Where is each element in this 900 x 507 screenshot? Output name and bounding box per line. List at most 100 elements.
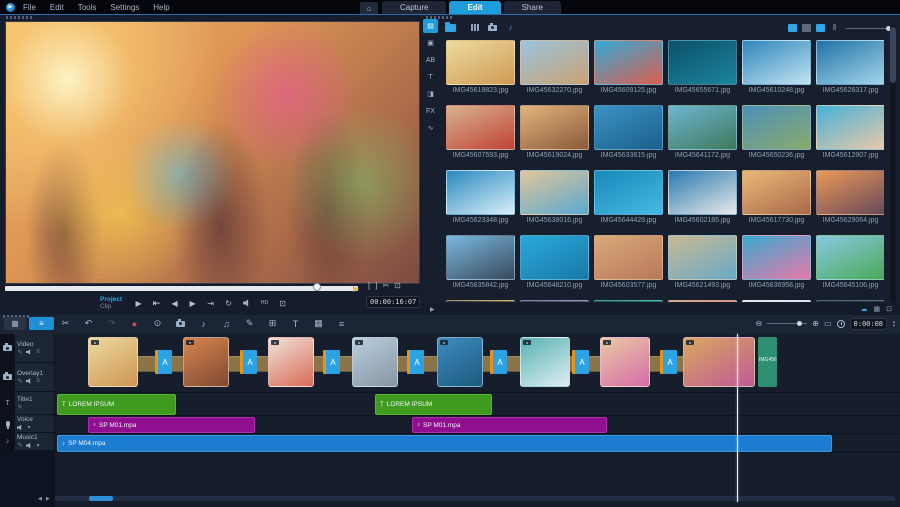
interval-stepper[interactable]: ▲▼ bbox=[892, 320, 896, 328]
mute-track-icon[interactable] bbox=[26, 349, 32, 355]
tab-capture[interactable]: Capture bbox=[382, 1, 446, 14]
playback-quality-button[interactable]: HD bbox=[259, 297, 270, 309]
mark-out-button[interactable]: ] bbox=[375, 281, 377, 290]
snapshot-button[interactable] bbox=[175, 317, 186, 330]
previous-frame-button[interactable]: ◀ bbox=[169, 297, 180, 309]
cloud-icon[interactable]: ☁ bbox=[861, 305, 868, 313]
transition-clip[interactable]: A bbox=[407, 350, 424, 374]
transition-clip[interactable]: A bbox=[155, 350, 172, 374]
library-item[interactable]: IMG45621493.jpg bbox=[668, 235, 737, 300]
overlay-options-button[interactable]: ⊞ bbox=[267, 317, 278, 330]
edit-track-icon[interactable]: ✎ bbox=[17, 349, 23, 356]
sound-mixer-button[interactable]: ♪ bbox=[198, 317, 209, 330]
mute-track-icon[interactable] bbox=[17, 425, 23, 431]
expand-panel-arrow[interactable]: ▶ bbox=[430, 306, 435, 313]
track-menu-icon[interactable]: ≡ bbox=[35, 349, 41, 355]
project-clip-toggle[interactable]: Project Clip bbox=[100, 296, 122, 310]
rail-paths-button[interactable]: ∿ bbox=[423, 121, 438, 135]
track-menu-icon[interactable]: ≡ bbox=[35, 378, 41, 384]
track-chevron-icon[interactable]: ▾ bbox=[26, 424, 32, 431]
home-button[interactable]: ⇤ bbox=[151, 297, 162, 309]
track-header-voice[interactable]: Voice ▾ bbox=[0, 415, 54, 432]
library-item[interactable]: IMG45626317.jpg bbox=[816, 40, 884, 105]
library-scrollbar[interactable] bbox=[890, 25, 896, 303]
transition-clip[interactable]: A bbox=[240, 350, 257, 374]
library-item[interactable]: IMG45609125.jpg bbox=[594, 40, 663, 105]
library-item[interactable]: IMG45619024.jpg bbox=[520, 105, 589, 170]
view-sort-button[interactable]: ‖ bbox=[828, 22, 841, 33]
menu-edit[interactable]: Edit bbox=[50, 3, 64, 12]
timeline-interval-timecode[interactable]: 0:00:08 bbox=[850, 318, 888, 330]
end-button[interactable]: ⇥ bbox=[205, 297, 216, 309]
home-tab-button[interactable]: ⌂ bbox=[360, 2, 378, 14]
rail-templates-button[interactable]: ▣ bbox=[423, 36, 438, 50]
library-item[interactable]: IMG45612907.jpg bbox=[816, 105, 884, 170]
video-clip[interactable] bbox=[437, 337, 483, 387]
painting-creator-button[interactable]: ✎ bbox=[244, 317, 255, 330]
voice-clip[interactable]: ♪SP M01.mpa bbox=[88, 417, 255, 433]
scroll-right-button[interactable]: ▶ bbox=[46, 496, 50, 502]
rail-media-button[interactable]: ▤ bbox=[423, 19, 438, 33]
timeline-playhead[interactable] bbox=[737, 334, 738, 502]
motion-tracking-button[interactable]: ⊙ bbox=[152, 317, 163, 330]
timeline-zoom-slider[interactable] bbox=[767, 323, 807, 324]
transition-clip[interactable]: A bbox=[323, 350, 340, 374]
split-clip-icon[interactable]: ✂ bbox=[382, 281, 389, 290]
library-item[interactable]: IMG45631049.jpg bbox=[816, 300, 884, 302]
title-clip[interactable]: TLOREM IPSUM bbox=[375, 394, 492, 415]
library-item[interactable]: IMG45618823.jpg bbox=[446, 40, 515, 105]
timeline-view-button[interactable]: ≡ bbox=[29, 317, 54, 330]
scrubber-handle[interactable] bbox=[313, 283, 321, 291]
library-item[interactable]: IMG45629064.jpg bbox=[816, 170, 884, 235]
library-item[interactable]: IMG45655671.jpg bbox=[668, 40, 737, 105]
scrollbar-thumb[interactable] bbox=[890, 27, 896, 83]
preview-scrubber[interactable] bbox=[5, 286, 358, 291]
library-item[interactable]: IMG45610248.jpg bbox=[742, 40, 811, 105]
track-manager-button[interactable]: ≡ bbox=[336, 317, 347, 330]
menu-tools[interactable]: Tools bbox=[78, 3, 97, 12]
zoom-out-button[interactable]: ⊖ bbox=[756, 319, 763, 328]
video-clip[interactable] bbox=[183, 337, 229, 387]
enlarge-icon[interactable]: ⊡ bbox=[394, 281, 401, 290]
preview-timecode[interactable]: 00:00:16:07 bbox=[366, 296, 420, 308]
rail-filters-button[interactable]: FX bbox=[423, 104, 438, 118]
library-item[interactable]: IMG45607593.jpg bbox=[446, 105, 515, 170]
track-header-music[interactable]: ♪ Music1 ✎ ▾ bbox=[0, 433, 54, 450]
video-clip[interactable] bbox=[683, 337, 755, 387]
compact-photo-clip[interactable]: IMG456 bbox=[758, 337, 777, 387]
next-frame-button[interactable]: ▶ bbox=[187, 297, 198, 309]
clock-icon[interactable] bbox=[837, 320, 845, 328]
enlarge-preview-button[interactable]: ⊡ bbox=[277, 297, 288, 309]
zoom-slider-knob[interactable] bbox=[797, 321, 802, 326]
library-item[interactable]: IMG45635842.jpg bbox=[446, 235, 515, 300]
zoom-in-button[interactable]: ⊕ bbox=[812, 319, 819, 328]
tab-share[interactable]: Share bbox=[504, 1, 561, 14]
library-item[interactable]: IMG45608324.jpg bbox=[446, 300, 515, 302]
menu-help[interactable]: Help bbox=[153, 3, 169, 12]
rail-graphics-button[interactable]: ◨ bbox=[423, 87, 438, 101]
redo-button[interactable]: ↷ bbox=[106, 317, 117, 330]
view-grid-large-button[interactable] bbox=[816, 24, 825, 32]
video-clip[interactable] bbox=[600, 337, 650, 387]
panel-grip[interactable] bbox=[6, 16, 32, 19]
library-item[interactable]: IMG45645106.jpg bbox=[816, 235, 884, 300]
track-chevron-icon[interactable]: ▾ bbox=[35, 442, 41, 449]
storyboard-view-button[interactable]: ▦ bbox=[4, 317, 26, 330]
track-header-overlay[interactable]: Overlay1 ✎ ≡ bbox=[0, 363, 54, 391]
library-item[interactable]: IMG45632270.jpg bbox=[520, 40, 589, 105]
video-clip[interactable] bbox=[352, 337, 398, 387]
view-list-button[interactable] bbox=[788, 24, 797, 32]
play-button[interactable]: ▶ bbox=[133, 297, 144, 309]
title-clip[interactable]: TLOREM IPSUM bbox=[57, 394, 176, 415]
library-item[interactable]: IMG45614678.jpg bbox=[742, 300, 811, 302]
library-item[interactable]: IMG45647295.jpg bbox=[668, 300, 737, 302]
library-item[interactable]: IMG45636958.jpg bbox=[742, 235, 811, 300]
video-clip[interactable] bbox=[88, 337, 138, 387]
rail-titles-button[interactable]: T bbox=[423, 70, 438, 84]
library-item[interactable]: IMG45641172.jpg bbox=[668, 105, 737, 170]
library-item[interactable]: IMG45624860.jpg bbox=[520, 300, 589, 302]
grid-icon[interactable]: ▦ bbox=[874, 305, 881, 313]
library-item[interactable]: IMG45623348.jpg bbox=[446, 170, 515, 235]
library-item[interactable]: IMG45648210.jpg bbox=[520, 235, 589, 300]
transition-clip[interactable]: A bbox=[660, 350, 677, 374]
